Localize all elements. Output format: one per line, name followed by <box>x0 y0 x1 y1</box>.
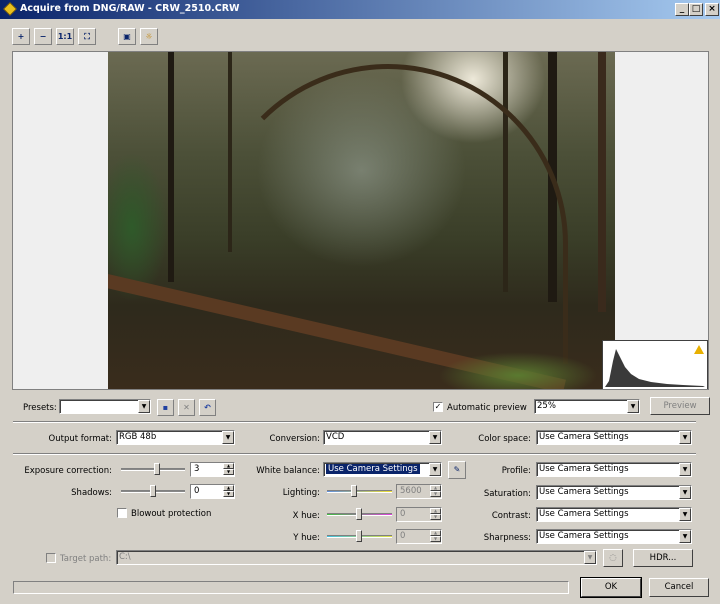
chevron-down-icon: ▼ <box>679 486 691 499</box>
saturation-select[interactable]: Use Camera Settings ▼ <box>536 485 692 500</box>
lighting-input[interactable]: 5600 ▲ ▼ <box>396 484 442 499</box>
zoom-in-icon[interactable]: + <box>12 28 30 45</box>
x-hue-slider[interactable] <box>327 508 392 520</box>
zoom-select[interactable]: 25% ▼ <box>534 399 640 414</box>
window-title: Acquire from DNG/RAW - CRW_2510.CRW <box>20 3 240 14</box>
preview-area <box>12 51 709 390</box>
color-space-select[interactable]: Use Camera Settings ▼ <box>536 430 692 445</box>
lighting-label: Lighting: <box>282 488 320 498</box>
photo-preview <box>108 52 615 389</box>
target-path-checkbox[interactable] <box>46 553 56 563</box>
lighting-slider[interactable] <box>327 485 392 497</box>
saturation-label: Saturation: <box>483 489 531 499</box>
chevron-down-icon: ▼ <box>679 431 691 444</box>
chevron-down-icon: ▼ <box>584 551 596 564</box>
reset-preset-icon[interactable]: ↶ <box>199 399 216 416</box>
conversion-select[interactable]: VCD ▼ <box>323 430 442 445</box>
sharpness-label: Sharpness: <box>483 533 531 543</box>
x-hue-input[interactable]: 0 ▲ ▼ <box>396 507 442 522</box>
ok-button[interactable]: OK <box>580 577 642 598</box>
view-light-icon[interactable]: ☼ <box>140 28 158 45</box>
fit-window-icon[interactable]: ⛶ <box>78 28 96 45</box>
chevron-down-icon: ▼ <box>679 463 691 476</box>
contrast-label: Contrast: <box>491 511 531 521</box>
save-preset-icon[interactable]: ▪ <box>157 399 174 416</box>
divider <box>13 453 696 455</box>
shadows-slider[interactable] <box>121 485 185 497</box>
shadows-input[interactable]: 0 ▲ ▼ <box>190 484 235 499</box>
automatic-preview-label: Automatic preview <box>447 403 527 413</box>
chevron-down-icon: ▼ <box>429 463 441 476</box>
chevron-down-icon: ▼ <box>679 530 691 543</box>
white-balance-select[interactable]: Use Camera Settings ▼ <box>323 462 442 477</box>
hdr-button[interactable]: HDR... <box>633 549 693 567</box>
delete-preset-icon[interactable]: ✕ <box>178 399 195 416</box>
exposure-slider[interactable] <box>121 463 185 475</box>
target-path-select[interactable]: C:\ ▼ <box>116 550 597 565</box>
histogram <box>602 340 708 389</box>
automatic-preview-checkbox[interactable]: ✓ <box>433 402 443 412</box>
chevron-down-icon: ▼ <box>627 400 639 413</box>
y-hue-input[interactable]: 0 ▲ ▼ <box>396 529 442 544</box>
shadows-label: Shadows: <box>71 488 112 498</box>
output-format-select[interactable]: RGB 48b ▼ <box>116 430 235 445</box>
maximize-button[interactable]: □ <box>689 3 703 16</box>
preview-button[interactable]: Preview <box>650 397 710 415</box>
y-hue-label: Y hue: <box>293 533 320 543</box>
presets-label: Presets: <box>23 403 57 413</box>
chevron-down-icon: ▼ <box>138 400 150 413</box>
actual-size-icon[interactable]: 1:1 <box>56 28 74 45</box>
divider <box>13 421 696 423</box>
chevron-down-icon: ▼ <box>222 431 234 444</box>
presets-select[interactable]: ▼ <box>59 399 151 414</box>
conversion-label: Conversion: <box>269 434 320 444</box>
contrast-select[interactable]: Use Camera Settings ▼ <box>536 507 692 522</box>
profile-select[interactable]: Use Camera Settings ▼ <box>536 462 692 477</box>
profile-label: Profile: <box>501 466 531 476</box>
target-path-label: Target path: <box>60 554 112 564</box>
close-button[interactable]: × <box>705 3 719 16</box>
white-balance-label: White balance: <box>256 466 320 476</box>
sharpness-select[interactable]: Use Camera Settings ▼ <box>536 529 692 544</box>
x-hue-label: X hue: <box>292 511 320 521</box>
zoom-out-icon[interactable]: − <box>34 28 52 45</box>
exposure-label: Exposure correction: <box>24 466 112 476</box>
browse-folder-icon[interactable]: ◌ <box>603 549 623 567</box>
warning-icon <box>694 345 704 354</box>
minimize-button[interactable]: _ <box>675 3 689 16</box>
output-format-label: Output format: <box>48 434 112 444</box>
chevron-down-icon: ▼ <box>429 431 441 444</box>
chevron-down-icon: ▼ <box>679 508 691 521</box>
blowout-protection-label: Blowout protection <box>131 509 212 519</box>
y-hue-slider[interactable] <box>327 530 392 542</box>
view-image-icon[interactable]: ▣ <box>118 28 136 45</box>
status-bar <box>13 581 569 594</box>
cancel-button[interactable]: Cancel <box>649 578 709 597</box>
exposure-input[interactable]: 3 ▲ ▼ <box>190 462 235 477</box>
color-space-label: Color space: <box>478 434 531 444</box>
blowout-protection-checkbox[interactable] <box>117 508 127 518</box>
